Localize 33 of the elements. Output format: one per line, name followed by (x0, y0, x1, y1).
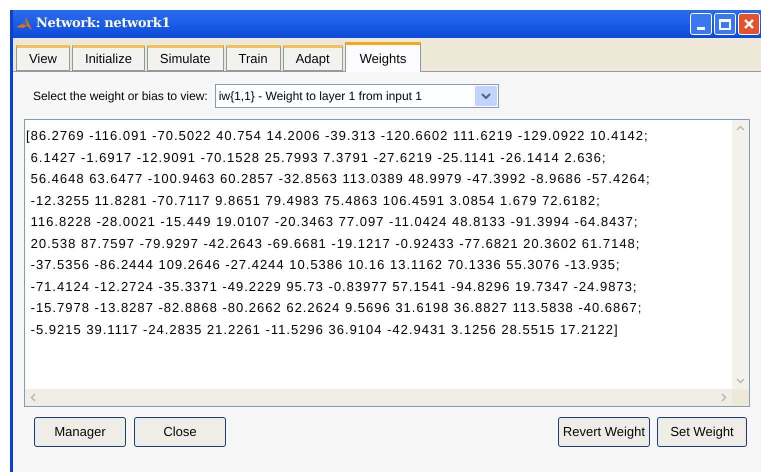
window-title: Network: network1 (36, 15, 170, 34)
peak-logo-icon (15, 15, 33, 33)
minimize-button[interactable] (690, 13, 712, 35)
tab[interactable]: Weights (344, 42, 422, 72)
weights-text-area[interactable] (24, 119, 750, 407)
matrix-row-text: 20.538 87.7597 -79.9297 -42.2643 -69.6681 -19.1217 -0.92433 -77.6821 20.3602 61.7148; (30, 234, 640, 252)
dialog-button[interactable]: Revert Weight (558, 417, 650, 447)
selector-label: Select the weight or bias to view: (33, 88, 208, 105)
weight-select[interactable]: iw{1,1} - Weight to layer 1 from input 1 (214, 84, 499, 108)
scrollbar-corner (732, 389, 749, 406)
matrix-row-text: 6.1427 -1.6917 -12.9091 -70.1528 25.7993 7.3791 -27.6219 -25.1141 -26.1414 2.636; (30, 148, 607, 166)
close-icon (743, 18, 755, 30)
matrix-row-text: -5.9215 39.1117 -24.2835 21.2261 -11.5296 36.9104 -42.9431 3.1256 28.5515 17.2122] (30, 320, 619, 339)
horizontal-scrollbar[interactable] (25, 389, 732, 406)
chevron-down-icon (474, 86, 497, 106)
close-button[interactable] (738, 13, 760, 35)
tab[interactable]: Simulate (146, 45, 224, 71)
vertical-scrollbar[interactable] (732, 120, 749, 389)
matrix-row-text: -12.3255 11.8281 -70.7117 9.8651 79.4983 75.4863 106.4591 3.0854 1.679 72.6182; (30, 192, 601, 210)
matrix-row-text: -15.7978 -13.8287 -82.8868 -80.2662 62.2624 9.5696 31.6198 36.8827 113.5838 -40.6867; (30, 299, 642, 317)
maximize-button[interactable] (714, 13, 736, 35)
matrix-row-text: 116.8228 -28.0021 -15.449 19.0107 -20.3463 77.097 -11.0424 48.8133 -91.3994 -64.8437; (30, 213, 638, 231)
matrix-row-text: -37.5356 -86.2444 109.2646 -27.4244 10.5386 10.16 13.1162 70.1336 55.3076 -13.935; (30, 256, 621, 274)
dialog-button[interactable]: Close (134, 417, 226, 447)
matrix-row-text: 56.4648 63.6477 -100.9463 60.2857 -32.8563 113.0389 48.9979 -47.3992 -8.9686 -57.4264; (30, 170, 651, 188)
matrix-row-text: -71.4124 -12.2724 -35.3371 -49.2229 95.73 -0.83977 57.1541 -94.8296 19.7347 -24.9873; (30, 278, 638, 296)
matrix-row-text: [86.2769 -116.091 -70.5022 40.754 14.2006 -39.313 -120.6602 111.6219 -129.0922 10.4142; (26, 127, 649, 145)
tab[interactable]: Adapt (282, 45, 343, 71)
dialog-button[interactable]: Set Weight (657, 417, 747, 447)
tab[interactable]: Initialize (72, 45, 145, 71)
dialog-button[interactable]: Manager (34, 417, 126, 447)
tab[interactable]: View (16, 45, 70, 71)
tab[interactable]: Train (226, 45, 281, 71)
